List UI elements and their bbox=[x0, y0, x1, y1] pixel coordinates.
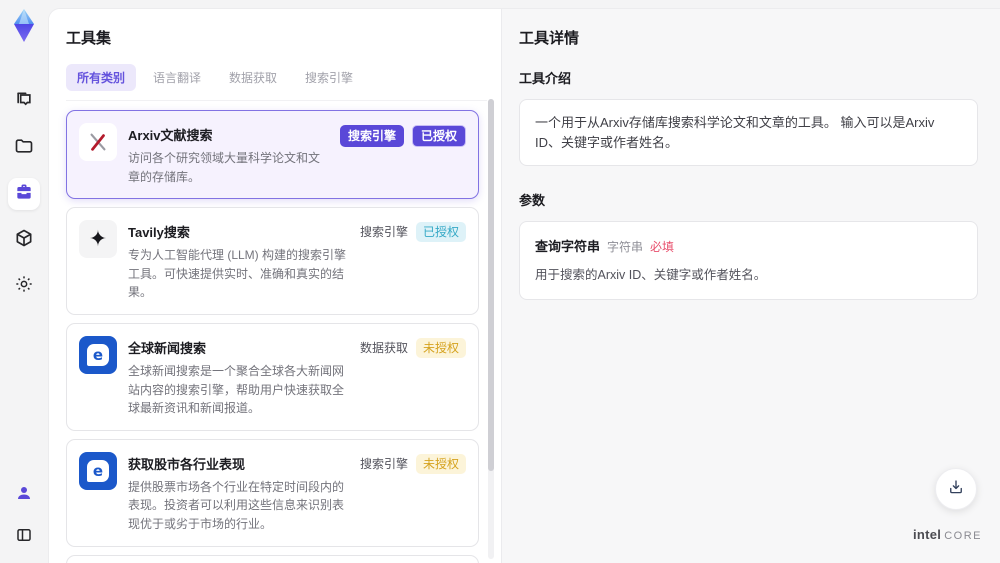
toolbox-icon bbox=[14, 182, 34, 207]
tool-title: Arxiv文献搜索 bbox=[128, 128, 213, 143]
tab-search-engine[interactable]: 搜索引擎 bbox=[294, 64, 364, 91]
tab-language-translation[interactable]: 语言翻译 bbox=[142, 64, 212, 91]
left-rail bbox=[0, 0, 48, 563]
gear-icon bbox=[14, 274, 34, 299]
tool-title: Tavily搜索 bbox=[128, 225, 190, 241]
sidebar-item-files[interactable] bbox=[8, 132, 40, 164]
page-title: 工具集 bbox=[66, 30, 112, 47]
sidebar-item-settings[interactable] bbox=[8, 270, 40, 302]
panel-toggle-icon bbox=[15, 526, 33, 549]
tool-card-global-news[interactable]: e 全球新闻搜索 全球新闻搜索是一个聚合全球各大新闻网站内容的搜索引擎，帮助用户… bbox=[66, 322, 479, 431]
list-scrollbar-track bbox=[488, 99, 494, 559]
category-badge: 搜索引擎 bbox=[339, 125, 404, 147]
rail-bottom bbox=[8, 479, 40, 553]
sidebar-item-chat[interactable] bbox=[8, 86, 40, 118]
auth-status-badge: 已授权 bbox=[411, 125, 466, 147]
tool-card-tavily[interactable]: ✦ Tavily搜索 专为人工智能代理 (LLM) 构建的搜索引擎工具。可快速提… bbox=[66, 207, 479, 315]
core-wordmark: CORE bbox=[944, 530, 982, 542]
list-scrollbar-thumb[interactable] bbox=[488, 99, 494, 471]
rail-nav bbox=[8, 86, 40, 302]
auth-status-badge: 已授权 bbox=[415, 222, 466, 243]
news-logo-icon: e bbox=[79, 335, 117, 374]
intel-wordmark: intel bbox=[912, 527, 942, 542]
main-content: 工具集 所有类别 语言翻译 数据获取 搜索引擎 Arxiv文献搜索 访问各个研究… bbox=[48, 8, 1000, 563]
download-button[interactable] bbox=[935, 468, 977, 510]
category-badge: 搜索引擎 bbox=[359, 225, 408, 240]
param-required-flag: 必填 bbox=[650, 240, 675, 254]
params-section-label: 参数 bbox=[519, 193, 546, 208]
parameter-item: 查询字符串 字符串 必填 用于搜索的Arxiv ID、关键字或作者姓名。 bbox=[519, 221, 978, 300]
tool-card-active-stocks[interactable]: e 获取市场最活跃股票信息 提供当天交易量最高的股票列表，投资者可以利用这些信息… bbox=[66, 554, 479, 563]
tool-description: 提供股票市场各个行业在特定时间段内的表现。投资者可以利用这些信息来识别表现优于或… bbox=[128, 479, 345, 531]
tab-data-fetch[interactable]: 数据获取 bbox=[218, 64, 288, 91]
category-badge: 搜索引擎 bbox=[359, 456, 408, 471]
cube-icon bbox=[14, 228, 34, 253]
stock-logo-icon: e bbox=[79, 451, 117, 490]
category-tabs: 所有类别 语言翻译 数据获取 搜索引擎 bbox=[66, 64, 487, 101]
arxiv-logo-icon bbox=[79, 123, 117, 161]
user-icon bbox=[15, 484, 33, 507]
tool-title: 全球新闻搜索 bbox=[128, 340, 207, 356]
chat-icon bbox=[14, 90, 34, 115]
tab-all-categories[interactable]: 所有类别 bbox=[66, 64, 137, 91]
collapse-sidebar-button[interactable] bbox=[8, 521, 40, 553]
app-window: 工具集 所有类别 语言翻译 数据获取 搜索引擎 Arxiv文献搜索 访问各个研究… bbox=[0, 0, 1000, 563]
category-badge: 数据获取 bbox=[359, 340, 408, 355]
tool-description: 全球新闻搜索是一个聚合全球各大新闻网站内容的搜索引擎，帮助用户快速获取全球最新资… bbox=[128, 363, 345, 416]
param-description: 用于搜索的Arxiv ID、关键字或作者姓名。 bbox=[535, 268, 767, 282]
tool-title: 获取股市各行业表现 bbox=[128, 456, 246, 472]
sidebar-item-plugins[interactable] bbox=[8, 224, 40, 256]
tool-details-panel: 工具详情 工具介绍 一个用于从Arxiv存储库搜索科学论文和文章的工具。 输入可… bbox=[501, 9, 1000, 563]
auth-status-badge: 未授权 bbox=[415, 453, 466, 474]
auth-status-badge: 未授权 bbox=[415, 337, 466, 358]
details-title: 工具详情 bbox=[519, 30, 580, 47]
tool-card-sector-performance[interactable]: e 获取股市各行业表现 提供股票市场各个行业在特定时间段内的表现。投资者可以利用… bbox=[66, 438, 479, 547]
tavily-logo-icon: ✦ bbox=[79, 220, 117, 259]
app-logo-icon[interactable] bbox=[7, 8, 41, 46]
param-name: 查询字符串 bbox=[535, 239, 601, 254]
intro-section-label: 工具介绍 bbox=[519, 71, 572, 86]
sidebar-item-tools[interactable] bbox=[8, 178, 40, 210]
tool-intro-text: 一个用于从Arxiv存储库搜索科学论文和文章的工具。 输入可以是Arxiv ID… bbox=[519, 99, 978, 166]
folder-icon bbox=[14, 136, 34, 161]
tool-description: 专为人工智能代理 (LLM) 构建的搜索引擎工具。可快速提供实时、准确和真实的结… bbox=[128, 248, 347, 300]
tool-list-panel: 工具集 所有类别 语言翻译 数据获取 搜索引擎 Arxiv文献搜索 访问各个研究… bbox=[49, 9, 501, 563]
param-type: 字符串 bbox=[607, 240, 644, 254]
intel-core-logo: intel CORE bbox=[913, 527, 982, 543]
user-profile-button[interactable] bbox=[8, 479, 40, 511]
tool-card-list: Arxiv文献搜索 访问各个研究领域大量科学论文和文章的存储库。 搜索引擎 已授… bbox=[66, 110, 501, 563]
download-icon bbox=[947, 478, 965, 501]
tool-card-arxiv[interactable]: Arxiv文献搜索 访问各个研究领域大量科学论文和文章的存储库。 搜索引擎 已授… bbox=[66, 110, 479, 200]
tool-description: 访问各个研究领域大量科学论文和文章的存储库。 bbox=[128, 151, 321, 184]
